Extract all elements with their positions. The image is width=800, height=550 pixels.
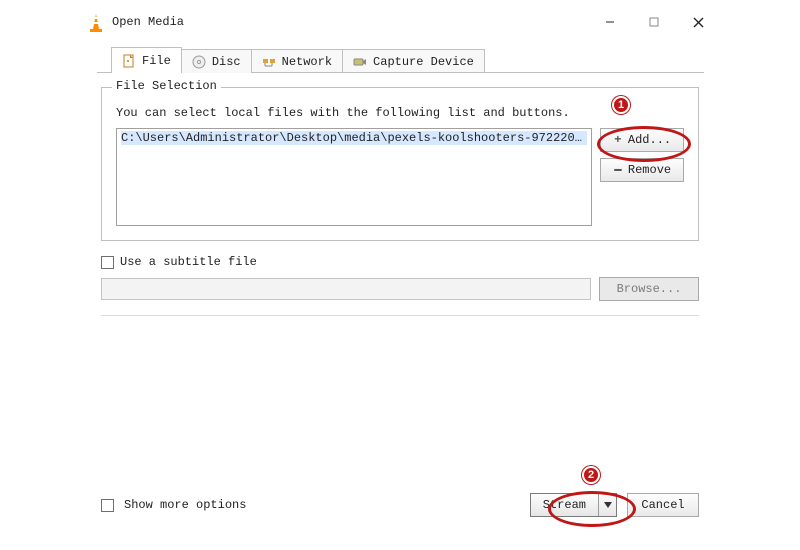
file-list-item[interactable]: C:\Users\Administrator\Desktop\media\pex… bbox=[121, 131, 587, 145]
minimize-button[interactable] bbox=[588, 8, 632, 36]
add-button[interactable]: + Add... bbox=[600, 128, 684, 152]
cancel-button[interactable]: Cancel bbox=[627, 493, 699, 517]
subtitle-checkbox-label: Use a subtitle file bbox=[120, 255, 257, 269]
tab-network-label: Network bbox=[282, 55, 332, 69]
window-title: Open Media bbox=[112, 15, 588, 29]
annotation-badge-1: 1 bbox=[612, 96, 630, 114]
remove-button[interactable]: ━ Remove bbox=[600, 158, 684, 182]
titlebar: Open Media bbox=[80, 8, 720, 36]
file-icon bbox=[122, 54, 136, 68]
show-more-checkbox[interactable] bbox=[101, 499, 114, 512]
vlc-cone-icon bbox=[88, 14, 104, 30]
file-selection-title: File Selection bbox=[112, 79, 221, 93]
subtitle-section: Use a subtitle file Browse... bbox=[101, 255, 699, 301]
subtitle-path-field bbox=[101, 278, 591, 300]
tab-file[interactable]: File bbox=[111, 47, 182, 73]
file-selection-group: File Selection You can select local file… bbox=[101, 87, 699, 241]
subtitle-checkbox[interactable] bbox=[101, 256, 114, 269]
separator bbox=[101, 315, 699, 316]
tab-network[interactable]: Network bbox=[251, 49, 343, 73]
minus-icon: ━ bbox=[613, 163, 623, 178]
annotation-badge-2: 2 bbox=[582, 466, 600, 484]
stream-dropdown-caret[interactable] bbox=[598, 494, 616, 516]
tab-disc-label: Disc bbox=[212, 55, 241, 69]
show-more-label: Show more options bbox=[124, 498, 246, 512]
bottom-bar: Show more options Stream Cancel bbox=[101, 493, 699, 517]
plus-icon: + bbox=[613, 133, 623, 147]
disc-icon bbox=[192, 55, 206, 69]
browse-button[interactable]: Browse... bbox=[599, 277, 699, 301]
window-controls bbox=[588, 8, 720, 36]
close-button[interactable] bbox=[676, 8, 720, 36]
stream-button[interactable]: Stream bbox=[530, 493, 617, 517]
add-button-label: Add... bbox=[628, 133, 671, 147]
file-selection-hint: You can select local files with the foll… bbox=[116, 106, 684, 120]
maximize-button[interactable] bbox=[632, 8, 676, 36]
network-icon bbox=[262, 55, 276, 69]
stream-button-label: Stream bbox=[531, 494, 598, 516]
tab-bar: File Disc Network Capture Device bbox=[111, 47, 703, 73]
remove-button-label: Remove bbox=[628, 163, 671, 177]
capture-icon bbox=[353, 55, 367, 69]
tab-capture-label: Capture Device bbox=[373, 55, 474, 69]
tab-file-label: File bbox=[142, 54, 171, 68]
browse-button-label: Browse... bbox=[617, 282, 682, 296]
cancel-button-label: Cancel bbox=[641, 498, 684, 512]
file-list[interactable]: C:\Users\Administrator\Desktop\media\pex… bbox=[116, 128, 592, 226]
tab-disc[interactable]: Disc bbox=[181, 49, 252, 73]
tab-capture[interactable]: Capture Device bbox=[342, 49, 485, 73]
